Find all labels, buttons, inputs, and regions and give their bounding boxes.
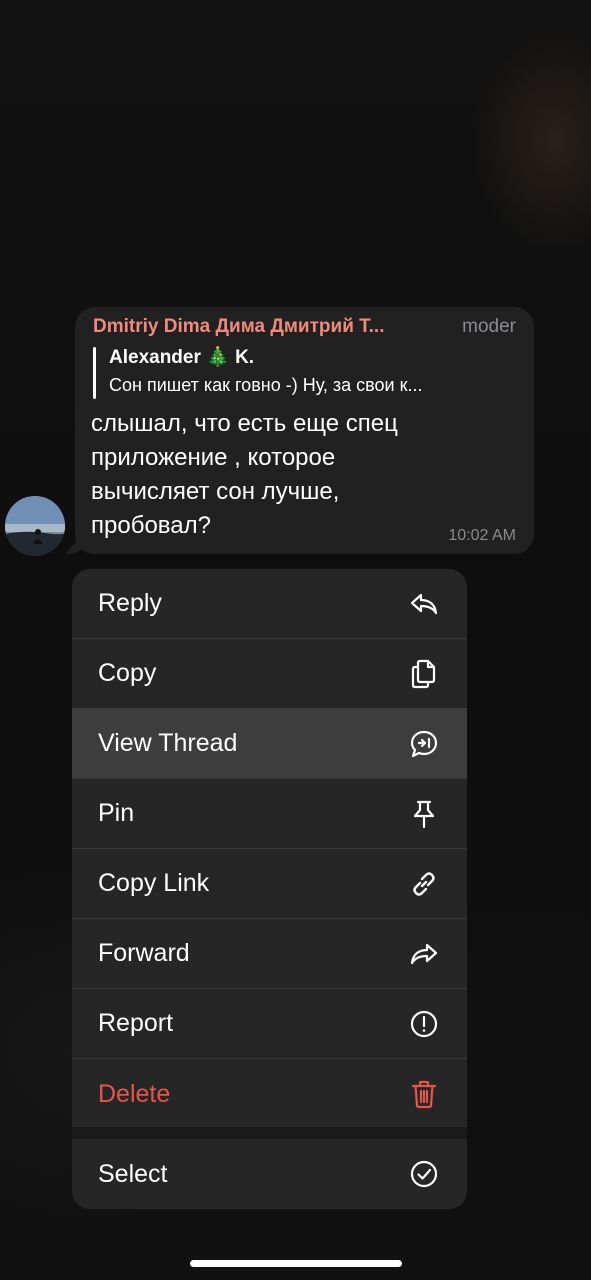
menu-item-reply[interactable]: Reply [72,569,467,639]
menu-item-report[interactable]: Report [72,989,467,1059]
copy-icon [409,659,439,689]
sender-avatar[interactable] [5,496,65,556]
menu-item-delete[interactable]: Delete [72,1059,467,1129]
reply-author: Alexander 🎄 K. [109,347,255,368]
menu-item-label: Report [98,1009,174,1037]
message-bubble[interactable]: Dmitriy Dima Дима Дмитрий Т... moder Ale… [75,307,534,554]
sender-role-badge: moder [462,316,516,337]
message-time: 10:02 AM [448,527,516,544]
menu-section-divider [72,1127,467,1139]
context-menu: Reply Copy View Thread Pin Copy Link For… [72,569,467,1209]
report-icon [409,1009,439,1039]
menu-item-label: Select [98,1159,168,1188]
menu-item-label: Delete [98,1079,171,1108]
link-icon [409,869,439,899]
menu-item-label: Copy Link [98,869,210,897]
menu-item-label: Pin [98,799,135,827]
menu-item-select[interactable]: Select [72,1139,467,1209]
menu-item-view-thread[interactable]: View Thread [72,709,467,779]
reply-quote[interactable]: Alexander 🎄 K. Сон пишет как говно -) Ну… [93,345,518,401]
avatar-photo [5,496,65,556]
menu-item-pin[interactable]: Pin [72,779,467,849]
menu-item-label: View Thread [98,729,238,757]
pin-icon [409,799,439,829]
menu-item-copy-link[interactable]: Copy Link [72,849,467,919]
forward-icon [409,939,439,969]
menu-item-label: Copy [98,659,157,687]
sender-row: Dmitriy Dima Дима Дмитрий Т... moder [93,316,516,338]
reply-text: Сон пишет как говно -) Ну, за свои к... [109,375,423,395]
menu-item-copy[interactable]: Copy [72,639,467,709]
home-indicator[interactable] [190,1260,402,1267]
menu-item-forward[interactable]: Forward [72,919,467,989]
reply-quote-bar [93,347,96,399]
checkmark-circle-icon [409,1159,439,1189]
sender-name[interactable]: Dmitriy Dima Дима Дмитрий Т... [93,316,448,338]
reply-icon [409,589,439,619]
trash-icon [409,1079,439,1109]
message-text: слышал, что есть еще спец приложение , к… [91,410,398,539]
thread-icon [409,729,439,759]
menu-item-label: Reply [98,589,162,617]
menu-item-label: Forward [98,939,190,967]
